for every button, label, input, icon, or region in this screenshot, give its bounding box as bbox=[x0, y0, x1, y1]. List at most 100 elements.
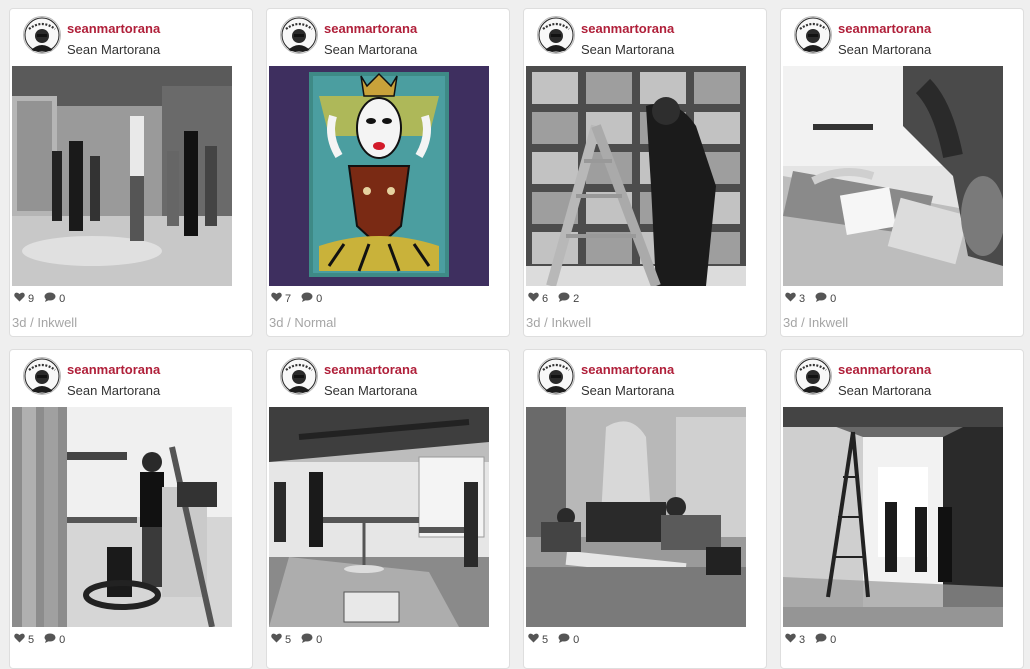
photo-card: seanmartorana Sean Martorana 7 0 3d / Normal bbox=[266, 8, 510, 337]
card-header: seanmartorana Sean Martorana bbox=[790, 350, 1023, 408]
photo-age: 3d bbox=[526, 315, 541, 330]
username-link[interactable]: seanmartorana bbox=[581, 21, 674, 36]
username-link[interactable]: seanmartorana bbox=[67, 21, 160, 36]
heart-icon bbox=[528, 292, 542, 305]
avatar[interactable] bbox=[280, 357, 318, 395]
likes-stat[interactable]: 5 bbox=[528, 633, 548, 646]
username-link[interactable]: seanmartorana bbox=[838, 362, 931, 377]
photo[interactable] bbox=[269, 66, 489, 286]
photo[interactable] bbox=[526, 407, 746, 627]
speech-bubble-icon bbox=[558, 633, 573, 646]
photo-feed-grid: seanmartorana Sean Martorana 9 0 3d / Inkwel… bbox=[0, 0, 1030, 669]
avatar[interactable] bbox=[537, 357, 575, 395]
speech-bubble-icon bbox=[301, 633, 316, 646]
comments-stat[interactable]: 0 bbox=[815, 292, 836, 305]
meta-separator: / bbox=[287, 315, 291, 330]
card-header: seanmartorana Sean Martorana bbox=[19, 9, 252, 67]
comments-stat[interactable]: 0 bbox=[815, 633, 836, 646]
avatar[interactable] bbox=[23, 357, 61, 395]
photo-meta: 3d / Normal bbox=[269, 315, 336, 330]
comments-stat[interactable]: 0 bbox=[301, 292, 322, 305]
avatar[interactable] bbox=[280, 16, 318, 54]
filter-name: Inkwell bbox=[37, 315, 78, 330]
avatar[interactable] bbox=[537, 16, 575, 54]
comments-stat[interactable]: 0 bbox=[44, 633, 65, 646]
photo-card: seanmartorana Sean Martorana 5 0 bbox=[9, 349, 253, 669]
speech-bubble-icon bbox=[558, 292, 573, 305]
photo-stats: 50 bbox=[271, 633, 332, 646]
full-name: Sean Martorana bbox=[581, 383, 675, 398]
photo-card: seanmartorana Sean Martorana 5 0 bbox=[266, 349, 510, 669]
photo[interactable] bbox=[12, 407, 232, 627]
speech-bubble-icon bbox=[44, 292, 59, 305]
photo-stats: 62 bbox=[528, 292, 589, 305]
photo-age: 3d bbox=[783, 315, 798, 330]
avatar[interactable] bbox=[23, 16, 61, 54]
photo-meta: 3d / Inkwell bbox=[783, 315, 848, 330]
likes-stat[interactable]: 5 bbox=[271, 633, 291, 646]
comments-stat[interactable]: 2 bbox=[558, 292, 579, 305]
photo-card: seanmartorana Sean Martorana 3 0 3d / Inkwel… bbox=[780, 8, 1024, 337]
comments-count: 0 bbox=[59, 292, 66, 305]
avatar[interactable] bbox=[794, 16, 832, 54]
photo-stats: 30 bbox=[785, 292, 846, 305]
username-link[interactable]: seanmartorana bbox=[838, 21, 931, 36]
photo-age: 3d bbox=[269, 315, 284, 330]
photo[interactable] bbox=[269, 407, 489, 627]
comments-stat[interactable]: 0 bbox=[44, 292, 65, 305]
likes-stat[interactable]: 7 bbox=[271, 292, 291, 305]
card-header: seanmartorana Sean Martorana bbox=[19, 350, 252, 408]
photo[interactable] bbox=[783, 407, 1003, 627]
comments-stat[interactable]: 0 bbox=[558, 633, 579, 646]
likes-stat[interactable]: 3 bbox=[785, 633, 805, 646]
likes-count: 5 bbox=[285, 633, 292, 646]
card-header: seanmartorana Sean Martorana bbox=[533, 350, 766, 408]
photo-stats: 70 bbox=[271, 292, 332, 305]
username-link[interactable]: seanmartorana bbox=[324, 21, 417, 36]
username-link[interactable]: seanmartorana bbox=[324, 362, 417, 377]
comments-stat[interactable]: 0 bbox=[301, 633, 322, 646]
comments-count: 0 bbox=[316, 633, 323, 646]
heart-icon bbox=[271, 633, 285, 646]
likes-count: 7 bbox=[285, 292, 292, 305]
likes-stat[interactable]: 5 bbox=[14, 633, 34, 646]
likes-count: 5 bbox=[542, 633, 549, 646]
likes-stat[interactable]: 3 bbox=[785, 292, 805, 305]
comments-count: 0 bbox=[830, 292, 837, 305]
photo-stats: 50 bbox=[14, 633, 75, 646]
comments-count: 0 bbox=[59, 633, 66, 646]
likes-count: 3 bbox=[799, 633, 806, 646]
filter-name: Inkwell bbox=[551, 315, 592, 330]
likes-count: 5 bbox=[28, 633, 35, 646]
likes-count: 6 bbox=[542, 292, 549, 305]
comments-count: 2 bbox=[573, 292, 580, 305]
photo-age: 3d bbox=[12, 315, 27, 330]
photo-meta: 3d / Inkwell bbox=[12, 315, 77, 330]
comments-count: 0 bbox=[830, 633, 837, 646]
photo[interactable] bbox=[783, 66, 1003, 286]
comments-count: 0 bbox=[573, 633, 580, 646]
likes-count: 3 bbox=[799, 292, 806, 305]
speech-bubble-icon bbox=[301, 292, 316, 305]
full-name: Sean Martorana bbox=[838, 383, 932, 398]
heart-icon bbox=[14, 292, 28, 305]
meta-separator: / bbox=[30, 315, 34, 330]
filter-name: Normal bbox=[294, 315, 337, 330]
photo[interactable] bbox=[526, 66, 746, 286]
username-link[interactable]: seanmartorana bbox=[581, 362, 674, 377]
likes-stat[interactable]: 9 bbox=[14, 292, 34, 305]
photo[interactable] bbox=[12, 66, 232, 286]
card-header: seanmartorana Sean Martorana bbox=[533, 9, 766, 67]
photo-card: seanmartorana Sean Martorana 6 2 3d / Inkwel… bbox=[523, 8, 767, 337]
full-name: Sean Martorana bbox=[67, 42, 161, 57]
speech-bubble-icon bbox=[815, 633, 830, 646]
meta-separator: / bbox=[544, 315, 548, 330]
meta-separator: / bbox=[801, 315, 805, 330]
likes-stat[interactable]: 6 bbox=[528, 292, 548, 305]
full-name: Sean Martorana bbox=[324, 42, 418, 57]
avatar[interactable] bbox=[794, 357, 832, 395]
card-header: seanmartorana Sean Martorana bbox=[790, 9, 1023, 67]
speech-bubble-icon bbox=[815, 292, 830, 305]
full-name: Sean Martorana bbox=[581, 42, 675, 57]
username-link[interactable]: seanmartorana bbox=[67, 362, 160, 377]
